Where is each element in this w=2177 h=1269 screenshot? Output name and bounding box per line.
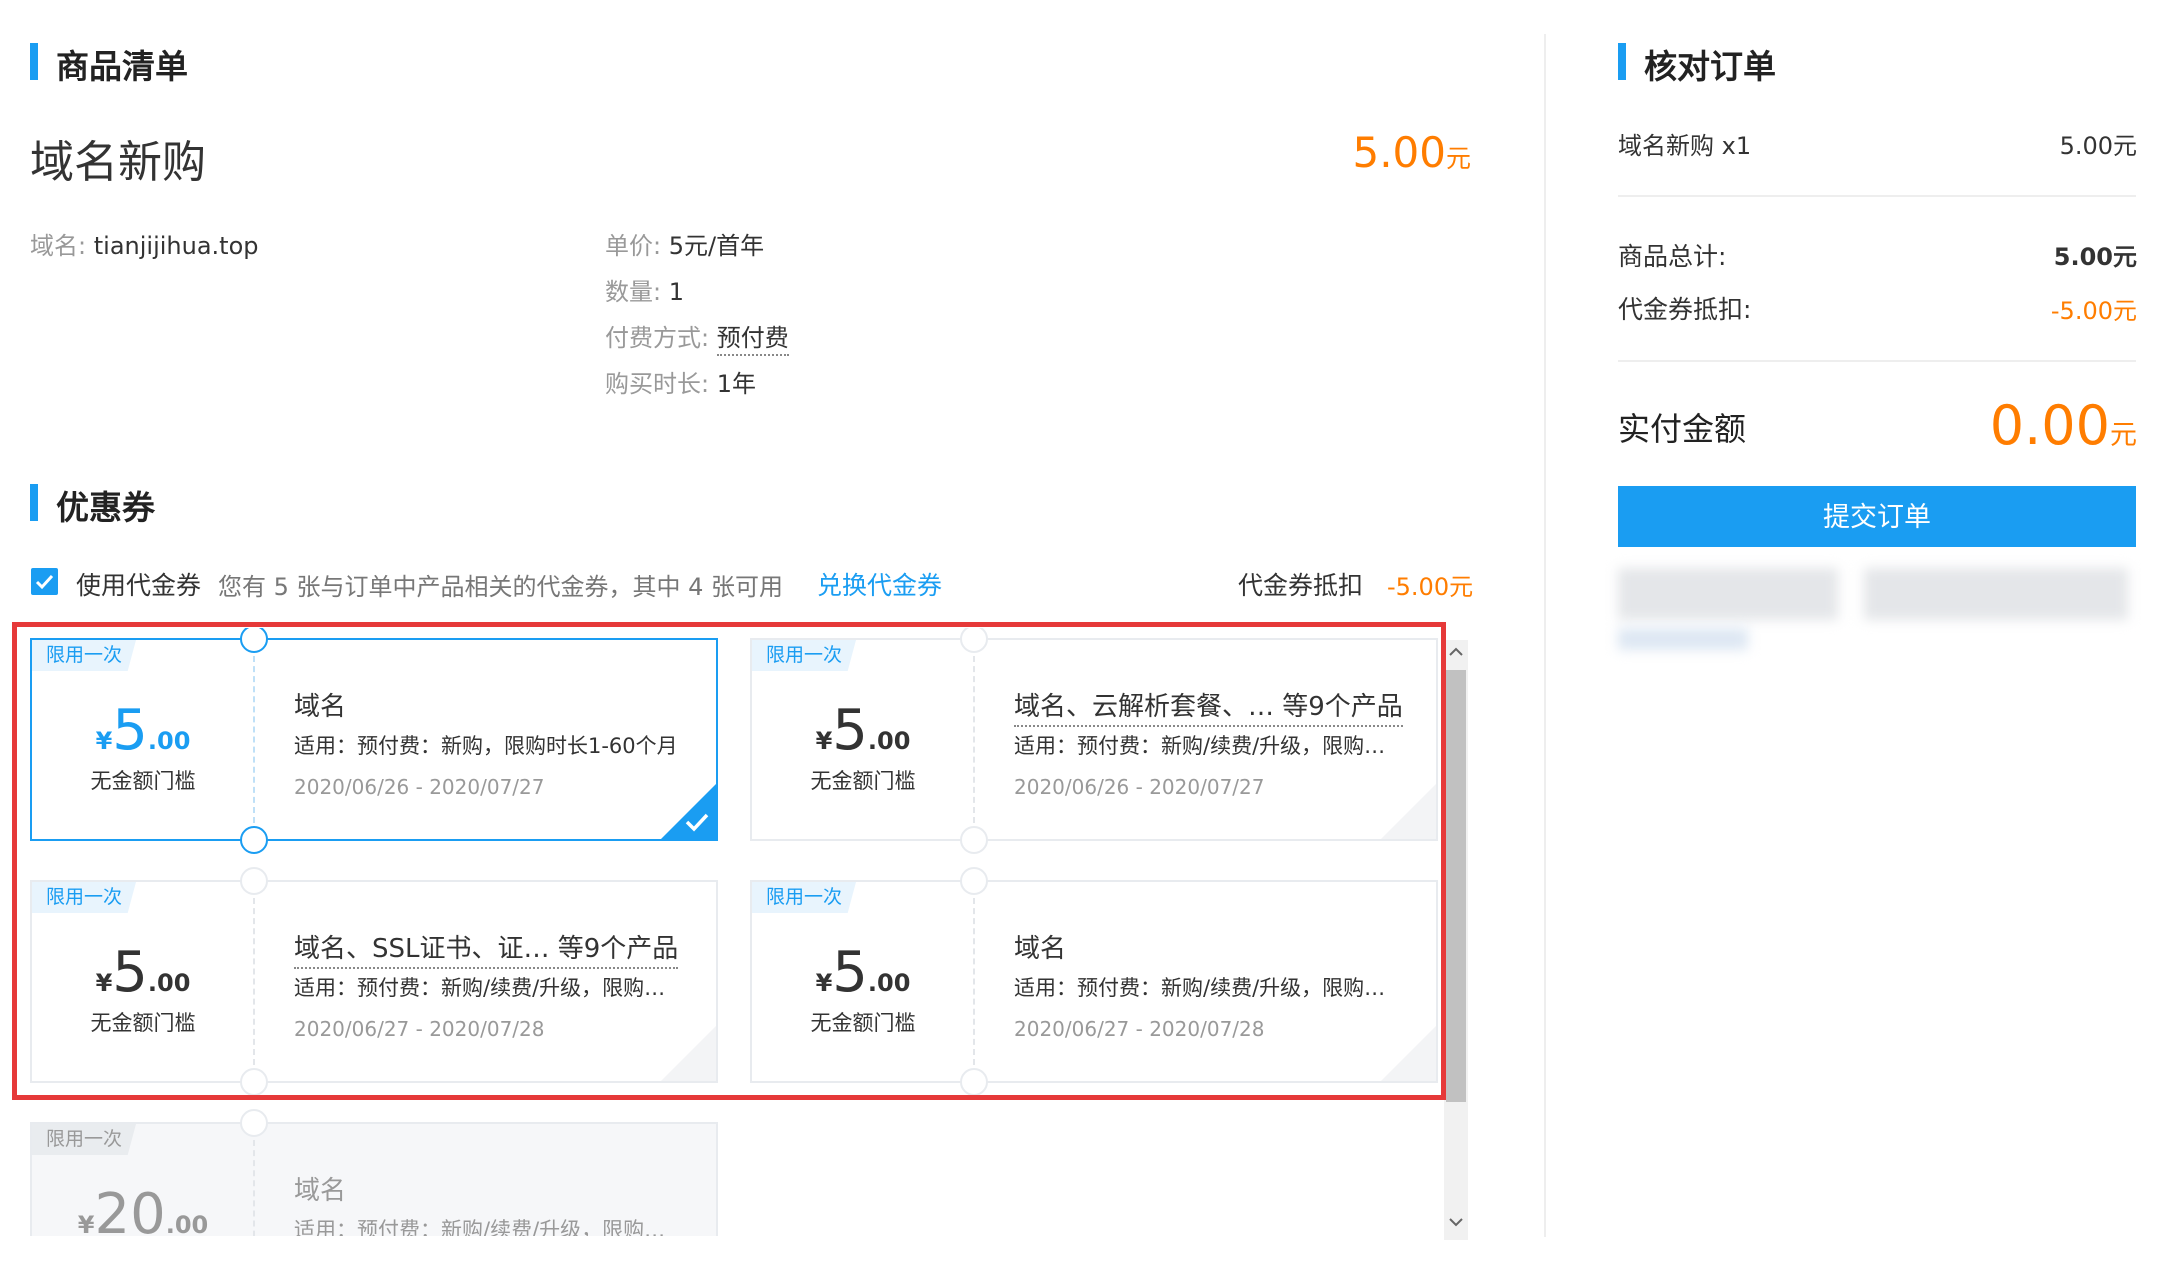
unit-price-row: 单价: 5元/首年 [605,226,764,261]
total-number: 0.00 [1989,394,2110,457]
duration-label: 购买时长: [605,370,710,398]
order-item-value: 5.00元 [2059,132,2137,160]
quantity-label: 数量: [605,278,662,306]
subtotal-value: 5.00元 [2053,243,2137,271]
domain-label: 域名: [30,232,87,260]
section-accent-bar [30,484,38,521]
section-accent-bar [1618,43,1626,80]
highlight-box [12,622,1446,1100]
submit-order-button[interactable]: 提交订单 [1618,486,2136,547]
scrollbar-thumb[interactable] [1446,670,1466,1102]
coupon-product-name: 域名 [294,1176,347,1206]
quantity-row: 数量: 1 [605,272,684,307]
total-amount: 0.00元 [1990,394,2137,457]
coupon-deduct-label: 代金券抵扣 [1238,571,1364,600]
domain-row: 域名: tianjijihua.top [30,226,259,261]
total-unit: 元 [2110,420,2137,451]
obscured-content [1618,568,1838,620]
duration-value: 1年 [716,370,757,398]
pay-method-label: 付费方式: [605,324,710,352]
coupon-apply-rule: 适用：预付费：新购/续费/升级，限购… [294,1218,666,1236]
product-price: 5.00元 [1352,128,1471,177]
product-price-number: 5.00 [1352,128,1446,177]
coupon-card-disabled: 限用一次 ¥20.00 域名 适用：预付费：新购/续费/升级，限购… [30,1109,718,1236]
coupon-deduct-value: -5.00元 [1387,573,1474,601]
exchange-coupon-link[interactable]: 兑换代金券 [817,566,942,602]
coupon-section-title: 优惠券 [56,488,155,527]
coupon-deduct-summary-value: -5.00元 [2050,297,2137,325]
order-check-title: 核对订单 [1644,47,1776,86]
scroll-up-icon[interactable] [1448,646,1464,658]
obscured-content [1864,568,2128,620]
unit-price-value: 5元/首年 [668,232,765,260]
scroll-down-icon[interactable] [1448,1216,1464,1228]
coupon-deduct-summary-label: 代金券抵扣: [1618,295,1752,324]
section-accent-bar [30,43,38,80]
subtotal-label: 商品总计: [1618,242,1727,271]
quantity-value: 1 [668,278,685,306]
order-item-label: 域名新购 x1 [1618,132,1752,160]
pay-method-value[interactable]: 预付费 [716,324,789,356]
unit-price-label: 单价: [605,232,662,260]
pay-method-row: 付费方式: 预付费 [605,318,789,356]
divider [1618,195,2136,197]
use-coupon-label[interactable]: 使用代金券 [76,566,201,602]
product-price-unit: 元 [1445,144,1471,173]
divider [1618,360,2136,362]
total-label: 实付金额 [1618,410,1747,448]
duration-row: 购买时长: 1年 [605,364,756,399]
coupon-info-text: 您有 5 张与订单中产品相关的代金券，其中 4 张可用 [218,573,784,601]
product-name: 域名新购 [30,137,206,188]
coupon-amount: ¥20.00 [77,1182,209,1236]
column-divider [1544,34,1546,1237]
product-list-title: 商品清单 [56,47,188,86]
obscured-content [1618,628,1748,650]
coupon-tag: 限用一次 [32,1124,137,1155]
domain-value: tianjijihua.top [93,232,259,260]
use-coupon-checkbox[interactable] [31,568,58,595]
check-icon [35,574,54,590]
